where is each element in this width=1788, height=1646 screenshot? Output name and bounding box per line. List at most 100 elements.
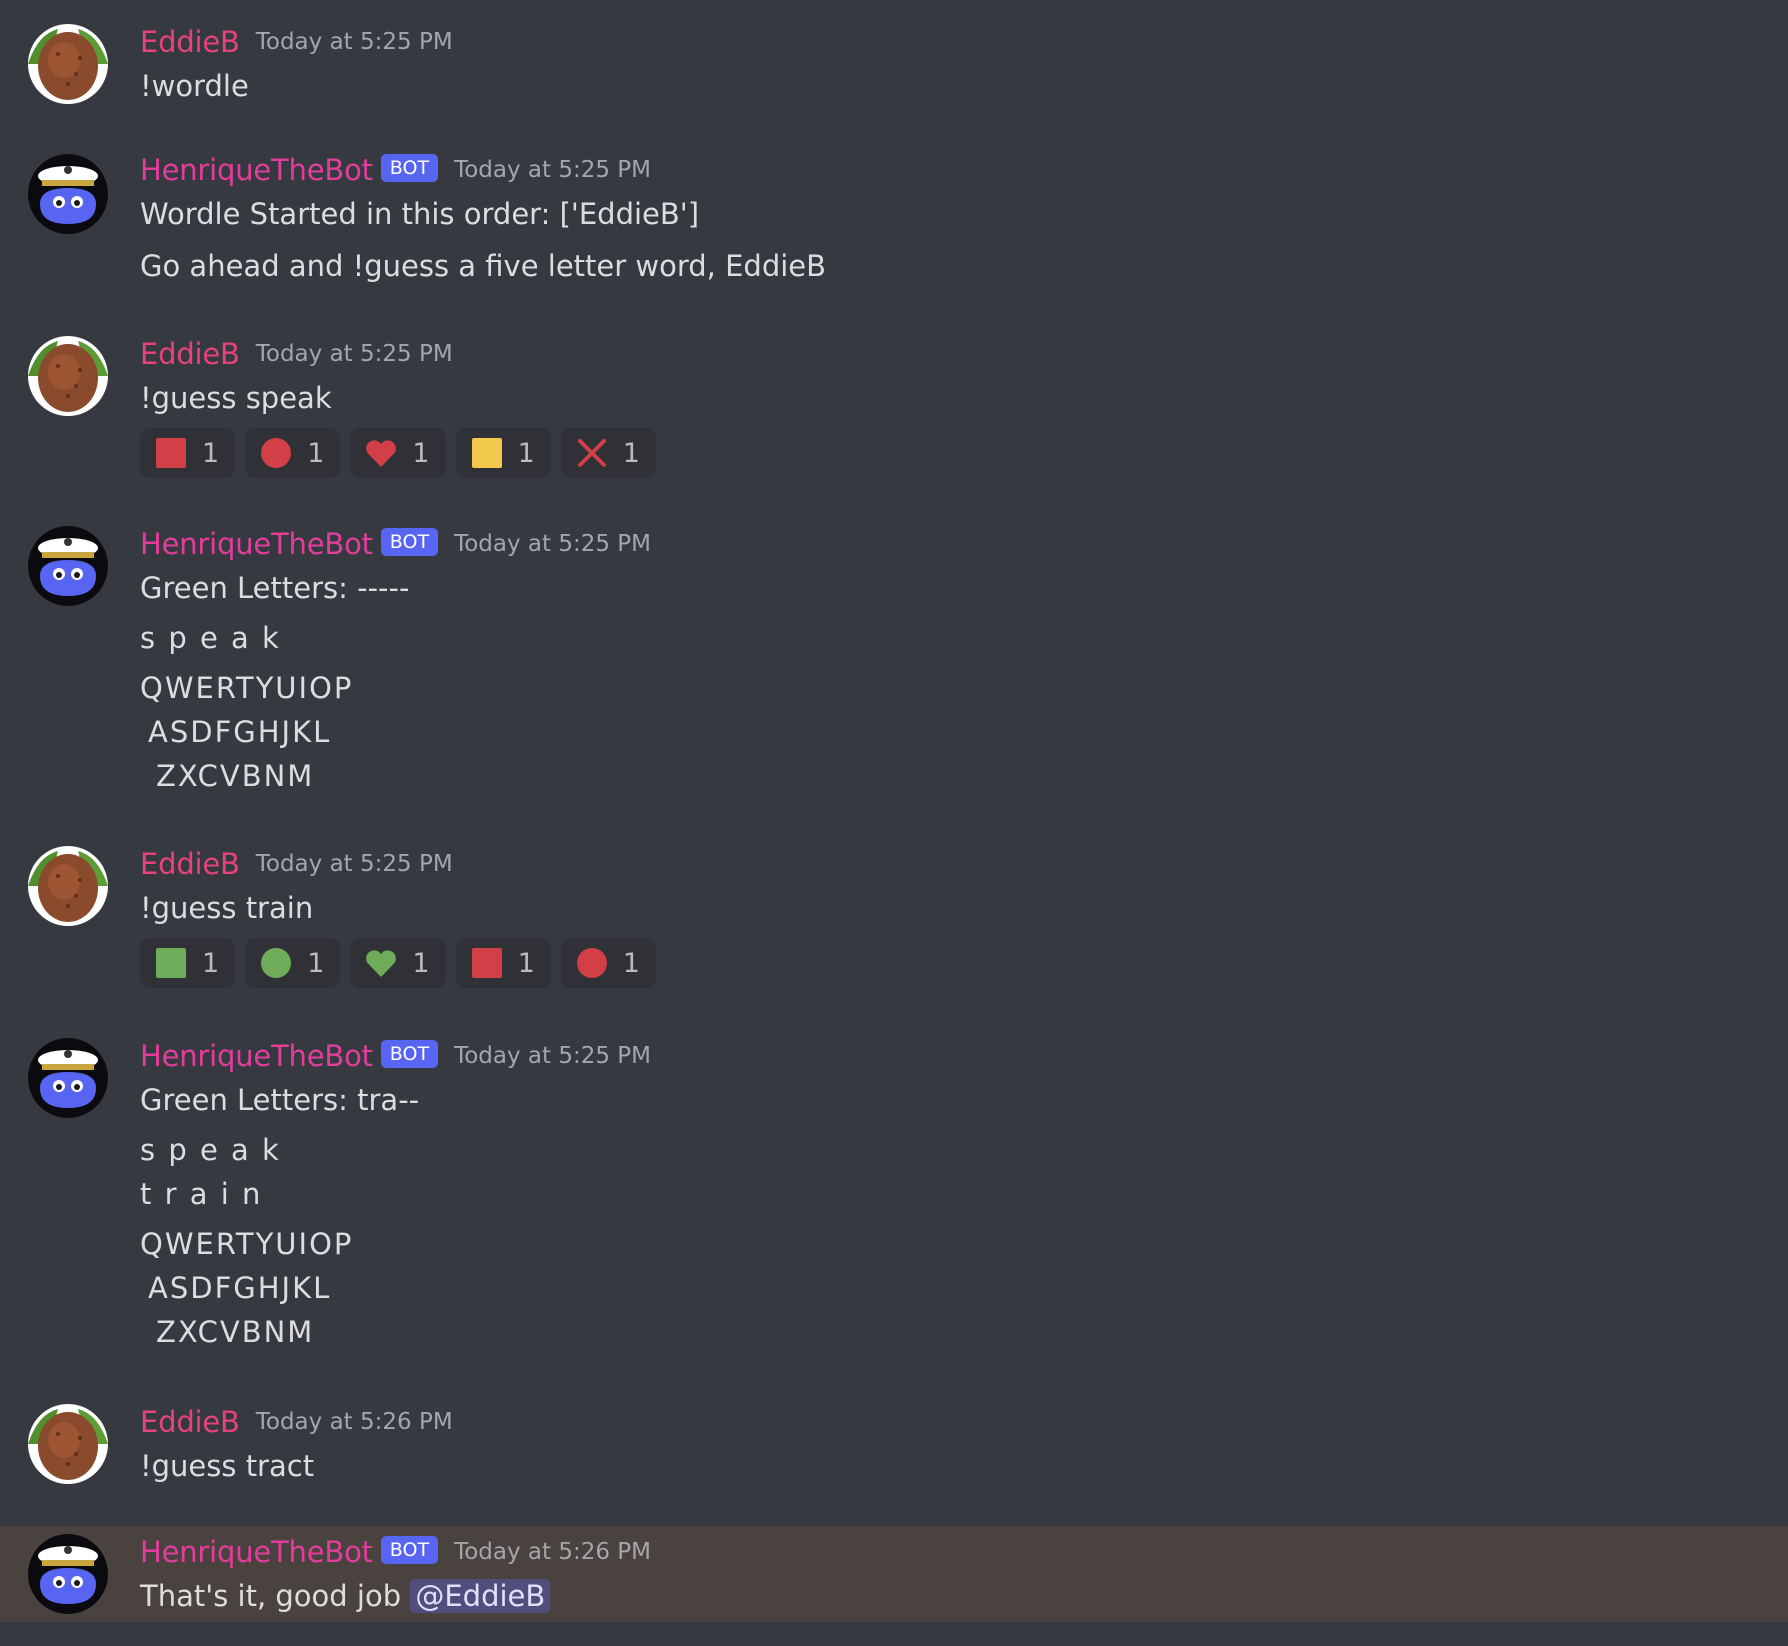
captain-bot-avatar-icon (28, 154, 108, 234)
timestamp[interactable]: Today at 5:25 PM (454, 1043, 651, 1069)
message: EddieB Today at 5:25 PM !guess train 1 1… (0, 838, 1788, 1028)
user-avatar[interactable] (28, 336, 108, 416)
red-heart-icon (366, 440, 397, 467)
message: EddieB Today at 5:26 PM !guess tract (0, 1398, 1788, 1526)
guess-board-row: t r a i n (140, 1177, 263, 1211)
bot-tag: BOT (380, 528, 439, 556)
bot-tag: BOT (380, 1040, 439, 1068)
timestamp[interactable]: Today at 5:25 PM (256, 851, 453, 877)
reaction-count: 1 (307, 947, 325, 979)
user-avatar[interactable] (28, 24, 108, 104)
green-square-icon (156, 948, 186, 978)
message: HenriqueTheBot BOT Today at 5:25 PM Gree… (0, 498, 1788, 838)
username[interactable]: HenriqueTheBot (140, 527, 373, 561)
message-header: EddieB Today at 5:26 PM (140, 1400, 1748, 1444)
message-highlighted: HenriqueTheBot BOT Today at 5:26 PM That… (0, 1526, 1788, 1622)
message: EddieB Today at 5:25 PM !wordle (0, 0, 1788, 128)
keyboard-row: QWERTYUIOP (140, 671, 354, 705)
coconut-avatar-icon (28, 24, 108, 104)
reaction-count: 1 (517, 437, 535, 469)
reaction-count: 1 (622, 437, 640, 469)
reaction[interactable]: 1 (140, 938, 236, 988)
keyboard-row: QWERTYUIOP (140, 1227, 354, 1261)
message-header: EddieB Today at 5:25 PM (140, 842, 1748, 886)
reaction-count: 1 (412, 437, 430, 469)
guess-board-row: s p e a k (140, 1133, 281, 1167)
username[interactable]: HenriqueTheBot (140, 1039, 373, 1073)
reaction[interactable]: 1 (245, 428, 341, 478)
message-text-part: That's it, good job (140, 1579, 411, 1613)
reaction[interactable]: 1 (245, 938, 341, 988)
user-avatar[interactable] (28, 846, 108, 926)
message-text: Go ahead and !guess a five letter word, … (140, 249, 827, 283)
bot-avatar[interactable] (28, 1534, 108, 1614)
user-avatar[interactable] (28, 1404, 108, 1484)
red-circle-icon (576, 948, 607, 978)
green-circle-icon (261, 948, 292, 978)
reaction-count: 1 (202, 437, 220, 469)
red-square-icon (471, 948, 502, 978)
keyboard-row: ASDFGHJKL (148, 1271, 332, 1305)
reaction[interactable]: 1 (350, 428, 446, 478)
coconut-avatar-icon (28, 1404, 108, 1484)
username[interactable]: EddieB (140, 1405, 240, 1439)
bot-avatar[interactable] (28, 154, 108, 234)
reaction[interactable]: 1 (560, 938, 656, 988)
reaction[interactable]: 1 (455, 428, 551, 478)
bot-tag: BOT (380, 1536, 439, 1564)
message-text: !guess train (140, 891, 314, 925)
message: EddieB Today at 5:25 PM !guess speak 1 1… (0, 308, 1788, 498)
reaction[interactable]: 1 (140, 428, 236, 478)
keyboard-row: ZXCVBNM (156, 759, 315, 793)
coconut-avatar-icon (28, 336, 108, 416)
timestamp[interactable]: Today at 5:25 PM (454, 157, 651, 183)
message-header: EddieB Today at 5:25 PM (140, 20, 1748, 64)
timestamp[interactable]: Today at 5:26 PM (256, 1409, 453, 1435)
message-text: !wordle (140, 69, 249, 103)
reaction-count: 1 (202, 947, 220, 979)
timestamp[interactable]: Today at 5:25 PM (256, 29, 453, 55)
timestamp[interactable]: Today at 5:26 PM (454, 1539, 651, 1565)
captain-bot-avatar-icon (28, 526, 108, 606)
bot-tag: BOT (380, 154, 439, 182)
message: HenriqueTheBot BOT Today at 5:25 PM Gree… (0, 1028, 1788, 1398)
captain-bot-avatar-icon (28, 1534, 108, 1614)
keyboard-row: ZXCVBNM (156, 1315, 315, 1349)
message-text: Green Letters: ----- (140, 571, 410, 605)
message: HenriqueTheBot BOT Today at 5:25 PM Word… (0, 128, 1788, 308)
captain-bot-avatar-icon (28, 1038, 108, 1118)
yellow-square-icon (471, 438, 502, 468)
reaction[interactable]: 1 (455, 938, 551, 988)
message-text: That's it, good job @EddieB (140, 1574, 1748, 1618)
bot-avatar[interactable] (28, 526, 108, 606)
message-text: !guess tract (140, 1449, 315, 1483)
red-square-icon (156, 438, 186, 468)
message-text: !guess speak (140, 381, 332, 415)
coconut-avatar-icon (28, 846, 108, 926)
username[interactable]: EddieB (140, 847, 240, 881)
username[interactable]: EddieB (140, 25, 240, 59)
reaction-count: 1 (517, 947, 535, 979)
message-header: EddieB Today at 5:25 PM (140, 332, 1748, 376)
message-text: Wordle Started in this order: ['EddieB'] (140, 197, 700, 231)
reaction[interactable]: 1 (350, 938, 446, 988)
username[interactable]: HenriqueTheBot (140, 1535, 373, 1569)
message-header: HenriqueTheBot BOT Today at 5:25 PM (140, 522, 1748, 566)
reactions-bar: 1 1 1 1 1 (140, 938, 1748, 988)
username[interactable]: HenriqueTheBot (140, 153, 373, 187)
red-circle-icon (261, 438, 292, 468)
red-x-icon (577, 439, 606, 467)
message-header: HenriqueTheBot BOT Today at 5:26 PM (140, 1530, 1748, 1574)
username[interactable]: EddieB (140, 337, 240, 371)
keyboard-row: ASDFGHJKL (148, 715, 332, 749)
reaction-count: 1 (307, 437, 325, 469)
reactions-bar: 1 1 1 1 1 (140, 428, 1748, 478)
bot-avatar[interactable] (28, 1038, 108, 1118)
message-text: Green Letters: tra-- (140, 1083, 420, 1117)
green-heart-icon (366, 950, 397, 977)
user-mention[interactable]: @EddieB (410, 1579, 551, 1613)
timestamp[interactable]: Today at 5:25 PM (454, 531, 651, 557)
timestamp[interactable]: Today at 5:25 PM (256, 341, 453, 367)
message-header: HenriqueTheBot BOT Today at 5:25 PM (140, 1034, 1748, 1078)
reaction[interactable]: 1 (560, 428, 656, 478)
